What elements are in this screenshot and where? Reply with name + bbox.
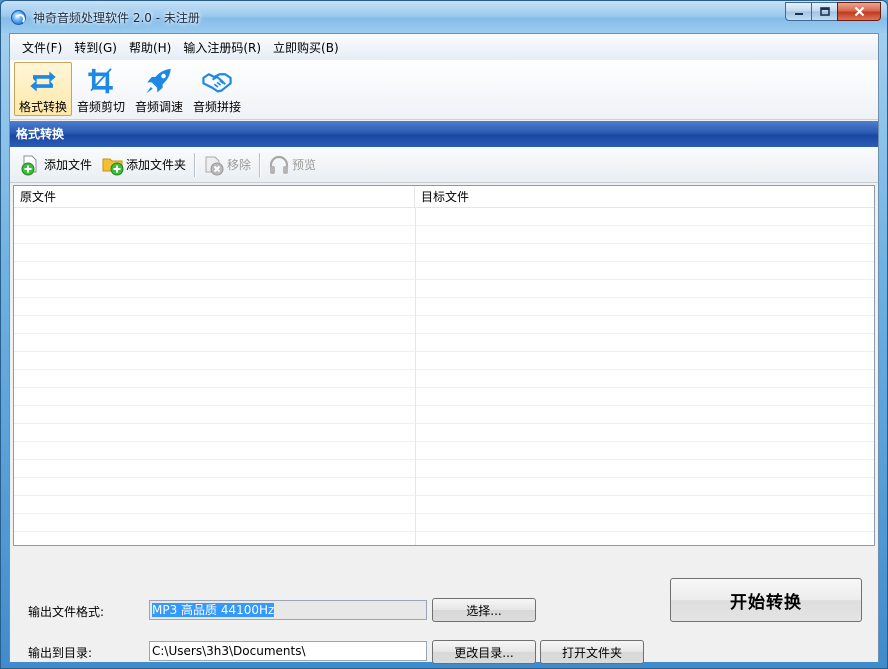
tool-audio-cut-label: 音频剪切: [76, 100, 125, 114]
tool-audio-speed[interactable]: 音频调速: [130, 62, 188, 116]
start-convert-button[interactable]: 开始转换: [670, 578, 862, 622]
preview-button[interactable]: 预览: [268, 154, 316, 176]
menu-goto[interactable]: 转到(G): [68, 37, 123, 58]
app-window: 神奇音频处理软件 2.0 - 未注册 文件(F) 转到(G) 帮助(H) 输入注…: [0, 0, 888, 669]
file-list-header: 原文件 目标文件: [14, 186, 874, 208]
add-file-label: 添加文件: [44, 158, 93, 172]
title-bar[interactable]: 神奇音频处理软件 2.0 - 未注册: [1, 1, 887, 33]
section-title: 格式转换: [10, 121, 878, 147]
choose-format-button[interactable]: 选择...: [432, 598, 536, 622]
rocket-icon: [146, 68, 171, 94]
open-folder-button[interactable]: 打开文件夹: [540, 640, 644, 664]
menu-bar: 文件(F) 转到(G) 帮助(H) 输入注册码(R) 立即购买(B): [10, 34, 878, 60]
tool-audio-join-label: 音频拼接: [192, 100, 241, 114]
column-source-file[interactable]: 原文件: [14, 186, 415, 207]
close-icon: [854, 6, 864, 17]
file-toolbar: 添加文件 添加文件夹 移除 预览: [10, 147, 878, 183]
output-dir-field[interactable]: C:\Users\3h3\Documents\: [149, 641, 427, 661]
output-settings-panel: 输出文件格式: MP3 高品质 44100Hz 选择... 输出到目录: C:\…: [10, 546, 878, 664]
tool-audio-speed-label: 音频调速: [134, 100, 183, 114]
file-list-body[interactable]: [14, 208, 874, 545]
caption-buttons: [785, 2, 881, 23]
menu-file[interactable]: 文件(F): [16, 37, 68, 58]
minimize-button[interactable]: [785, 2, 811, 21]
menu-help[interactable]: 帮助(H): [123, 37, 177, 58]
preview-label: 预览: [292, 158, 317, 172]
remove-button[interactable]: 移除: [203, 154, 251, 176]
add-folder-icon: [102, 158, 124, 175]
app-logo-icon[interactable]: [11, 10, 26, 25]
output-format-label: 输出文件格式:: [28, 605, 105, 619]
output-format-value: MP3 高品质 44100Hz: [152, 603, 275, 617]
menu-enter-code[interactable]: 输入注册码(R): [177, 37, 267, 58]
add-folder-button[interactable]: 添加文件夹: [102, 154, 186, 176]
remove-icon: [205, 156, 224, 175]
file-list[interactable]: 原文件 目标文件: [13, 185, 875, 546]
headphones-icon: [269, 155, 289, 174]
remove-label: 移除: [227, 158, 252, 172]
tool-audio-join[interactable]: 音频拼接: [188, 62, 246, 116]
main-toolbar: 格式转换 音频剪切 音频调速 音频拼接: [10, 60, 878, 120]
column-divider: [415, 208, 416, 545]
add-file-icon: [21, 155, 37, 175]
crop-icon: [88, 68, 113, 94]
menu-buy-now[interactable]: 立即购买(B): [267, 37, 345, 58]
close-button[interactable]: [837, 2, 881, 21]
maximize-icon: [819, 6, 830, 16]
client-area: 文件(F) 转到(G) 帮助(H) 输入注册码(R) 立即购买(B) 格式转换: [9, 33, 879, 664]
tool-format-convert-label: 格式转换: [18, 100, 67, 114]
output-dir-label: 输出到目录:: [28, 646, 93, 660]
change-dir-button[interactable]: 更改目录...: [432, 640, 536, 664]
toolbar-separator: [259, 152, 261, 177]
maximize-button[interactable]: [811, 2, 837, 21]
column-target-file[interactable]: 目标文件: [415, 186, 874, 207]
window-title: 神奇音频处理软件 2.0 - 未注册: [33, 11, 200, 25]
add-file-button[interactable]: 添加文件: [20, 154, 92, 176]
handshake-icon: [202, 73, 232, 93]
add-folder-label: 添加文件夹: [126, 158, 187, 172]
tool-audio-cut[interactable]: 音频剪切: [72, 62, 130, 116]
tool-format-convert[interactable]: 格式转换: [14, 62, 72, 116]
toolbar-separator: [194, 152, 196, 177]
convert-icon: [30, 71, 56, 92]
output-format-field[interactable]: MP3 高品质 44100Hz: [149, 600, 427, 620]
minimize-icon: [794, 12, 803, 15]
